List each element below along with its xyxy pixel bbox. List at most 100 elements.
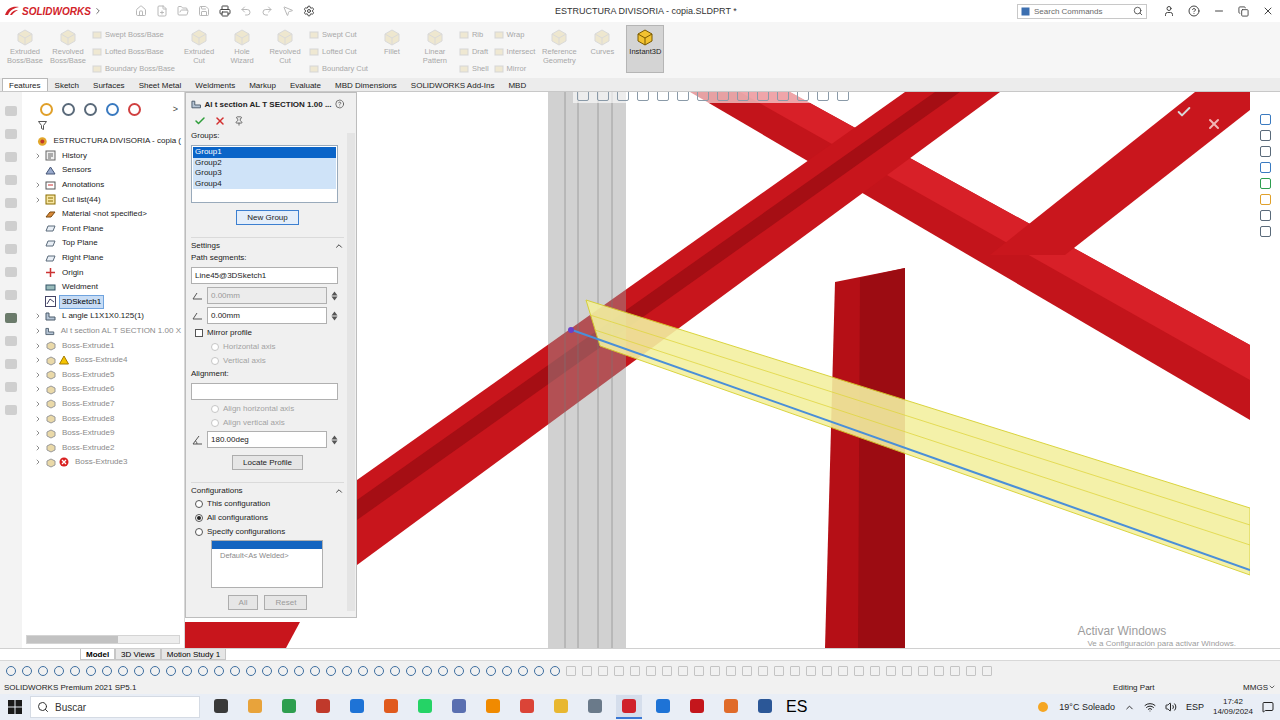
taskbar-app-icon[interactable] (480, 695, 506, 719)
view-tool-icon[interactable] (757, 92, 769, 101)
view-tool-icon[interactable] (837, 92, 849, 101)
sketch-tool-icon[interactable] (358, 666, 368, 676)
ok-icon[interactable] (194, 115, 206, 127)
expand-arrow-icon[interactable] (34, 429, 42, 437)
ribbon-small-button[interactable]: Intersect (494, 44, 536, 59)
sketch-tool-icon[interactable] (54, 666, 64, 676)
manager-tab-icon[interactable] (128, 103, 141, 116)
sketch-tool-icon[interactable] (390, 666, 400, 676)
option-row[interactable]: Mirror profile (191, 327, 344, 338)
option-row[interactable]: Vertical axis (191, 355, 344, 366)
volume-icon[interactable] (1165, 701, 1177, 713)
command-tab[interactable]: Sketch (48, 78, 86, 91)
expand-arrow-icon[interactable] (34, 356, 42, 364)
tool-icon[interactable] (5, 359, 17, 369)
sketch-tool-icon[interactable] (854, 666, 864, 676)
expand-arrow-icon[interactable] (34, 415, 42, 423)
expand-icon[interactable] (34, 458, 42, 466)
open-icon[interactable] (177, 5, 189, 17)
tool-icon[interactable] (5, 267, 17, 277)
expand-icon[interactable] (34, 342, 42, 350)
text-field[interactable]: Line45@3DSketch1 (191, 267, 338, 284)
radio-button[interactable] (211, 419, 219, 427)
view-tool-icon[interactable] (657, 92, 669, 101)
text-field[interactable]: 0.00mm (207, 287, 327, 304)
spin-down-icon[interactable] (331, 316, 338, 321)
pm-button[interactable]: Locate Profile (232, 455, 303, 470)
pm-scrollbar[interactable] (347, 133, 355, 611)
units-menu-icon[interactable] (1268, 683, 1276, 691)
sketch-tool-icon[interactable] (726, 666, 736, 676)
sketch-tool-icon[interactable] (454, 666, 464, 676)
expand-icon[interactable] (34, 371, 42, 379)
sketch-tool-icon[interactable] (102, 666, 112, 676)
list-item[interactable]: Group1 (193, 147, 336, 158)
tree-item[interactable]: Boss-Extrude5 (22, 368, 184, 383)
taskbar-app-icon[interactable] (276, 695, 302, 719)
sketch-tool-icon[interactable] (278, 666, 288, 676)
sketch-tool-icon[interactable] (502, 666, 512, 676)
radio-button[interactable] (211, 405, 219, 413)
option-row[interactable]: This configuration (191, 498, 344, 509)
more-tabs-button[interactable]: > (173, 104, 178, 114)
view-tool-icon[interactable] (577, 92, 589, 101)
spin-down-icon[interactable] (331, 296, 338, 301)
sketch-tool-icon[interactable] (246, 666, 256, 676)
spin-down-icon[interactable] (331, 440, 338, 445)
manager-tab-icon[interactable] (40, 103, 53, 116)
text-field[interactable]: 180.00deg (207, 431, 327, 448)
search-commands[interactable]: Search Commands (1017, 4, 1147, 19)
tree-item[interactable]: 3DSketch1 (22, 295, 184, 310)
clock[interactable]: 17:4214/09/2024 (1213, 697, 1253, 716)
taskbar-app-icon[interactable] (718, 695, 744, 719)
expand-arrow-icon[interactable] (34, 152, 42, 160)
expand-arrow-icon[interactable] (34, 196, 42, 204)
manager-tab-icon[interactable] (62, 103, 75, 116)
tree-item[interactable]: Boss-Extrude4 (22, 353, 184, 368)
expand-arrow-icon[interactable] (34, 342, 42, 350)
sketch-tool-icon[interactable] (934, 666, 944, 676)
tool-icon[interactable] (5, 382, 17, 392)
taskbar-app-icon[interactable] (514, 695, 540, 719)
sketch-tool-icon[interactable] (614, 666, 624, 676)
tree-item[interactable]: Weldment (22, 280, 184, 295)
spin-up-icon[interactable] (331, 435, 338, 440)
taskbar-app-icon[interactable] (344, 695, 370, 719)
sketch-tool-icon[interactable] (950, 666, 960, 676)
spinner[interactable] (331, 435, 338, 445)
sketch-tool-icon[interactable] (38, 666, 48, 676)
option-row[interactable]: Align vertical axis (191, 417, 344, 428)
expand-arrow-icon[interactable] (34, 400, 42, 408)
sketch-tool-icon[interactable] (742, 666, 752, 676)
sketch-tool-icon[interactable] (438, 666, 448, 676)
tool-icon[interactable] (5, 175, 17, 185)
pm-button[interactable]: Reset (264, 595, 307, 610)
sketch-tool-icon[interactable] (918, 666, 928, 676)
network-icon[interactable] (1144, 701, 1156, 713)
sketch-tool-icon[interactable] (870, 666, 880, 676)
list-item[interactable]: Group4 (193, 179, 336, 190)
spin-up-icon[interactable] (331, 311, 338, 316)
list-item[interactable]: Group2 (193, 158, 336, 169)
list-item[interactable]: Group3 (193, 168, 336, 179)
sketch-tool-icon[interactable] (758, 666, 768, 676)
sketch-tool-icon[interactable] (342, 666, 352, 676)
expand-icon[interactable] (34, 385, 42, 393)
command-tab[interactable]: Surfaces (86, 78, 132, 91)
expand-arrow-icon[interactable] (34, 385, 42, 393)
view-tool-icon[interactable] (717, 92, 729, 101)
view-tool-icon[interactable] (817, 92, 829, 101)
sketch-tool-icon[interactable] (518, 666, 528, 676)
undo-icon[interactable] (240, 5, 252, 17)
option-row[interactable]: Align horizontal axis (191, 403, 344, 414)
sketch-tool-icon[interactable] (790, 666, 800, 676)
sketch-tool-icon[interactable] (982, 666, 992, 676)
tree-item[interactable]: History (22, 149, 184, 164)
sketch-tool-icon[interactable] (902, 666, 912, 676)
radio-button[interactable] (195, 514, 203, 522)
sketch-tool-icon[interactable] (534, 666, 544, 676)
spinner[interactable] (331, 311, 338, 321)
ribbon-small-button[interactable]: Draft (459, 44, 489, 59)
cancel-icon[interactable] (214, 115, 226, 127)
tool-icon[interactable] (5, 129, 17, 139)
